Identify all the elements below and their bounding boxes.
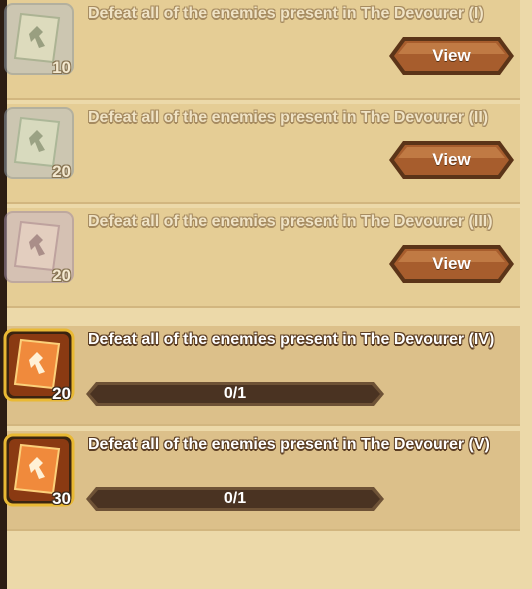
view-button[interactable]: View bbox=[389, 141, 514, 179]
reward-item[interactable]: 10 bbox=[3, 2, 75, 77]
reward-item[interactable]: 20 bbox=[3, 106, 75, 181]
reward-count: 20 bbox=[52, 266, 71, 285]
quest-row: 20 Defeat all of the enemies present in … bbox=[3, 326, 520, 426]
progress-bar: 0/1 bbox=[86, 487, 384, 511]
reward-item[interactable]: 20 bbox=[3, 210, 75, 285]
quest-row: 10 Defeat all of the enemies present in … bbox=[4, 0, 520, 100]
quest-title: Defeat all of the enemies present in The… bbox=[88, 109, 489, 126]
progress-text: 0/1 bbox=[223, 385, 247, 402]
quest-title: Defeat all of the enemies present in The… bbox=[88, 436, 490, 453]
reward-count: 20 bbox=[52, 384, 71, 403]
view-button[interactable]: View bbox=[389, 245, 514, 283]
view-button-label: View bbox=[432, 150, 471, 169]
view-button-label: View bbox=[432, 254, 471, 273]
reward-count: 30 bbox=[52, 489, 71, 508]
quest-row: 30 Defeat all of the enemies present in … bbox=[3, 431, 520, 531]
quest-title: Defeat all of the enemies present in The… bbox=[88, 331, 495, 348]
progress-text: 0/1 bbox=[223, 490, 247, 507]
quest-title: Defeat all of the enemies present in The… bbox=[88, 5, 484, 22]
reward-count: 20 bbox=[52, 162, 71, 181]
reward-count: 10 bbox=[52, 58, 71, 77]
view-button-label: View bbox=[432, 46, 471, 65]
quest-row: 20 Defeat all of the enemies present in … bbox=[4, 208, 520, 308]
quest-row: 20 Defeat all of the enemies present in … bbox=[4, 104, 520, 204]
quest-title: Defeat all of the enemies present in The… bbox=[88, 213, 493, 230]
progress-bar: 0/1 bbox=[86, 382, 384, 406]
reward-item[interactable]: 20 bbox=[3, 328, 75, 403]
reward-item[interactable]: 30 bbox=[3, 433, 75, 508]
view-button[interactable]: View bbox=[389, 37, 514, 75]
